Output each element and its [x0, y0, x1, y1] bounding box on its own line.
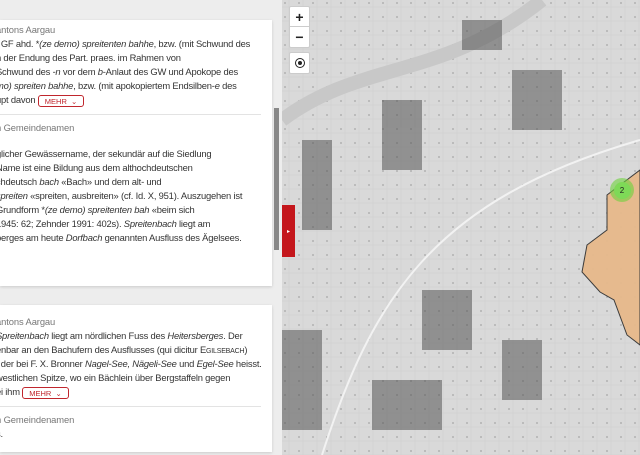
divider — [0, 406, 261, 407]
map-tiles — [282, 0, 640, 455]
crosshair-icon — [294, 58, 305, 68]
text-line: upt davon MEHR ⌄ — [0, 93, 278, 107]
divider — [0, 114, 261, 115]
text-line: . GF ahd. *(ze demo) spreitenten bahhe, … — [0, 38, 251, 49]
text-line: Grundform *(ze demo) spreitenten bah «be… — [0, 204, 195, 215]
panel-toggle-button[interactable]: ▸ — [282, 205, 295, 257]
text-line: berges am heute Dorfbach genannten Ausfl… — [0, 232, 242, 243]
text-line: Spreitenbach liegt am nördlichen Fuss de… — [0, 330, 243, 341]
more-button[interactable]: MEHR ⌄ — [37, 94, 85, 107]
text-line: spreiten «spreiten, ausbreiten» (cf. Id.… — [0, 190, 243, 201]
text-line: s. — [0, 428, 3, 439]
text-line: westlichen Spitze, wo ein Bächlein über … — [0, 372, 231, 383]
more-button[interactable]: MEHR ⌄ — [22, 386, 69, 399]
zoom-in-button[interactable]: + — [290, 7, 309, 27]
caret-right-icon: ▸ — [286, 228, 290, 235]
cluster-count: 2 — [613, 181, 631, 199]
locate-control — [289, 52, 310, 74]
text-line: n der Endung des Part. praes. im Rahmen … — [0, 52, 181, 63]
section-title: n Gemeindenamen — [0, 414, 75, 425]
zoom-out-button[interactable]: − — [290, 27, 309, 47]
section-title: n Gemeindenamen — [0, 122, 75, 133]
text-line: enbar an den Bachufern des Ausflusses (q… — [0, 344, 248, 355]
text-line: glicher Gewässername, der sekundär auf d… — [0, 148, 212, 159]
map[interactable] — [282, 0, 640, 455]
locate-button[interactable] — [290, 53, 309, 73]
text-line: chdeutsch bach «Bach» und dem alt- und — [0, 176, 162, 187]
map-cluster-marker[interactable]: 2 — [610, 178, 634, 202]
result-card: antons Aargau Spreitenbach liegt am nörd… — [0, 305, 272, 452]
heisst-text: heisst. — [233, 358, 262, 369]
zoom-control: + − — [289, 6, 310, 48]
section-title: antons Aargau — [0, 316, 56, 327]
text-line: , der bei F. X. Bronner Nagel-See, Nägel… — [0, 358, 262, 369]
section-title: antons Aargau — [0, 24, 56, 35]
scrollbar[interactable] — [274, 108, 279, 250]
results-panel: antons Aargau . GF ahd. *(ze demo) sprei… — [0, 0, 282, 455]
text-line: Name ist eine Bildung aus dem althochdeu… — [0, 162, 193, 173]
text-line: 1945: 62; Zehnder 1991: 402s). Spreitenb… — [0, 218, 211, 229]
text-line: mo) spreiten bahhe, bzw. (mit apokopiert… — [0, 80, 237, 91]
text-line: ei ihm MEHR ⌄ — [0, 385, 278, 399]
text-line: Schwund des -n vor dem b-Anlaut des GW u… — [0, 66, 238, 77]
result-card: antons Aargau . GF ahd. *(ze demo) sprei… — [0, 20, 272, 286]
